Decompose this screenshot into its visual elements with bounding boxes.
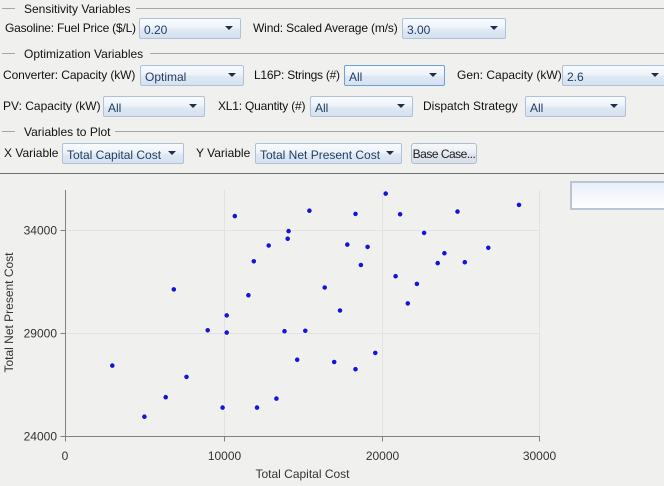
svg-text:10000: 10000 (208, 449, 242, 463)
svg-text:Total Net Present Cost: Total Net Present Cost (2, 252, 16, 373)
svg-text:34000: 34000 (24, 224, 58, 238)
svg-text:20000: 20000 (366, 449, 400, 463)
svg-text:30000: 30000 (523, 449, 557, 463)
svg-text:Total Capital Cost: Total Capital Cost (255, 467, 350, 481)
svg-text:29000: 29000 (24, 327, 58, 341)
svg-text:24000: 24000 (24, 430, 58, 444)
svg-text:0: 0 (62, 449, 69, 463)
